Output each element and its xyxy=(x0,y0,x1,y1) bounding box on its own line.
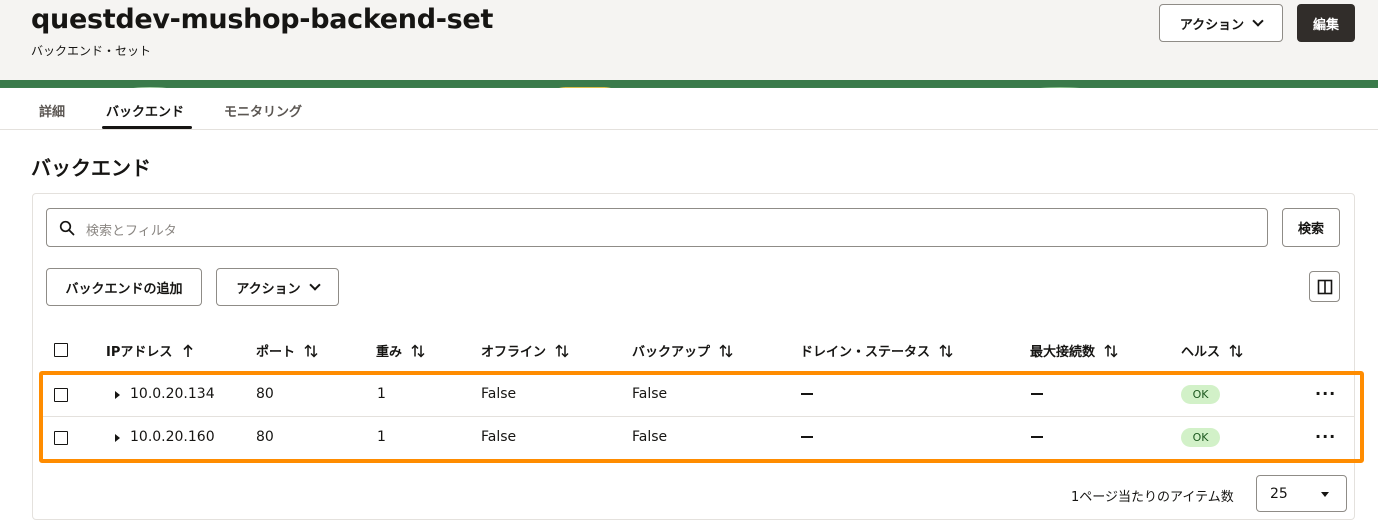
row-divider xyxy=(41,416,1355,417)
page-subtitle: バックエンド・セット xyxy=(31,44,152,58)
edit-button[interactable]: 編集 xyxy=(1297,4,1355,42)
cell-offline: False xyxy=(481,386,517,402)
cell-port: 80 xyxy=(256,386,274,402)
header-actions-button[interactable]: アクション xyxy=(1159,4,1283,42)
health-status-badge: OK xyxy=(1181,385,1220,404)
sort-icon xyxy=(411,343,425,358)
row-actions-menu-icon[interactable]: ··· xyxy=(1315,427,1336,446)
expand-caret-icon[interactable] xyxy=(115,434,120,442)
sort-icon xyxy=(939,343,953,358)
header-actions-label: アクション xyxy=(1179,17,1245,33)
sort-icon xyxy=(304,343,318,358)
column-toggle-button[interactable] xyxy=(1309,271,1340,302)
select-all-checkbox[interactable] xyxy=(54,343,68,357)
cell-drain-status-empty xyxy=(801,436,813,438)
cell-port: 80 xyxy=(256,429,274,445)
column-header-max-connections[interactable]: 最大接続数 xyxy=(1030,341,1119,360)
column-header-weight[interactable]: 重み xyxy=(376,341,426,360)
cell-ip: 10.0.20.134 xyxy=(130,386,215,402)
search-placeholder: 検索とフィルタ xyxy=(86,224,177,239)
search-input[interactable]: 検索とフィルタ xyxy=(46,208,1268,247)
column-header-label: IPアドレス xyxy=(106,345,173,360)
cell-weight: 1 xyxy=(377,386,386,402)
column-header-label: ポート xyxy=(256,345,296,360)
column-header-label: オフライン xyxy=(481,345,547,360)
row-actions-menu-icon[interactable]: ··· xyxy=(1315,384,1336,403)
search-button[interactable]: 検索 xyxy=(1282,208,1340,247)
sort-ascending-icon xyxy=(183,343,193,357)
column-header-label: 最大接続数 xyxy=(1030,345,1096,360)
columns-icon xyxy=(1317,279,1332,294)
dropdown-arrow-icon xyxy=(1321,492,1329,497)
tab-monitoring[interactable]: モニタリング xyxy=(224,101,302,120)
section-title: バックエンド xyxy=(31,156,151,180)
sort-icon xyxy=(1104,343,1118,358)
items-per-page-select[interactable]: 25 xyxy=(1256,475,1347,512)
sort-icon xyxy=(555,343,569,358)
page-header: questdev-mushop-backend-set バックエンド・セット ア… xyxy=(0,0,1378,80)
cell-backup: False xyxy=(632,386,668,402)
column-header-label: ヘルス xyxy=(1181,345,1221,360)
column-header-port[interactable]: ポート xyxy=(256,341,319,360)
add-backend-button[interactable]: バックエンドの追加 xyxy=(46,268,202,306)
column-header-drain-status[interactable]: ドレイン・ステータス xyxy=(800,341,954,360)
page-title: questdev-mushop-backend-set xyxy=(31,4,494,35)
items-per-page-label: 1ページ当たりのアイテム数 xyxy=(1071,490,1234,505)
table-actions-button[interactable]: アクション xyxy=(216,268,339,306)
search-icon xyxy=(59,220,75,236)
chevron-down-icon xyxy=(309,278,321,291)
tab-backends[interactable]: バックエンド xyxy=(106,101,184,120)
cell-max-connections-empty xyxy=(1031,393,1043,395)
cell-drain-status-empty xyxy=(801,393,813,395)
column-header-label: ドレイン・ステータス xyxy=(800,345,931,360)
active-tab-indicator xyxy=(102,126,192,129)
sort-icon xyxy=(719,343,733,358)
tab-bar: 詳細 バックエンド モニタリング xyxy=(0,88,1378,130)
sort-icon xyxy=(1229,343,1243,358)
column-header-ip[interactable]: IPアドレス xyxy=(106,341,196,360)
column-header-label: 重み xyxy=(376,345,403,360)
cell-weight: 1 xyxy=(377,429,386,445)
chevron-down-icon xyxy=(1252,14,1264,27)
cell-ip: 10.0.20.160 xyxy=(130,429,215,445)
expand-caret-icon[interactable] xyxy=(115,391,120,399)
cell-offline: False xyxy=(481,429,517,445)
row-checkbox[interactable] xyxy=(54,431,68,445)
row-checkbox[interactable] xyxy=(54,388,68,402)
items-per-page-value: 25 xyxy=(1270,486,1288,502)
cell-max-connections-empty xyxy=(1031,436,1043,438)
column-header-backup[interactable]: バックアップ xyxy=(632,341,734,360)
tab-details[interactable]: 詳細 xyxy=(39,101,65,120)
column-header-label: バックアップ xyxy=(632,345,711,360)
column-header-health[interactable]: ヘルス xyxy=(1181,341,1244,360)
cell-backup: False xyxy=(632,429,668,445)
health-status-badge: OK xyxy=(1181,428,1220,447)
table-actions-label: アクション xyxy=(236,281,301,297)
column-header-offline[interactable]: オフライン xyxy=(481,341,570,360)
decorative-banner xyxy=(0,80,1378,88)
